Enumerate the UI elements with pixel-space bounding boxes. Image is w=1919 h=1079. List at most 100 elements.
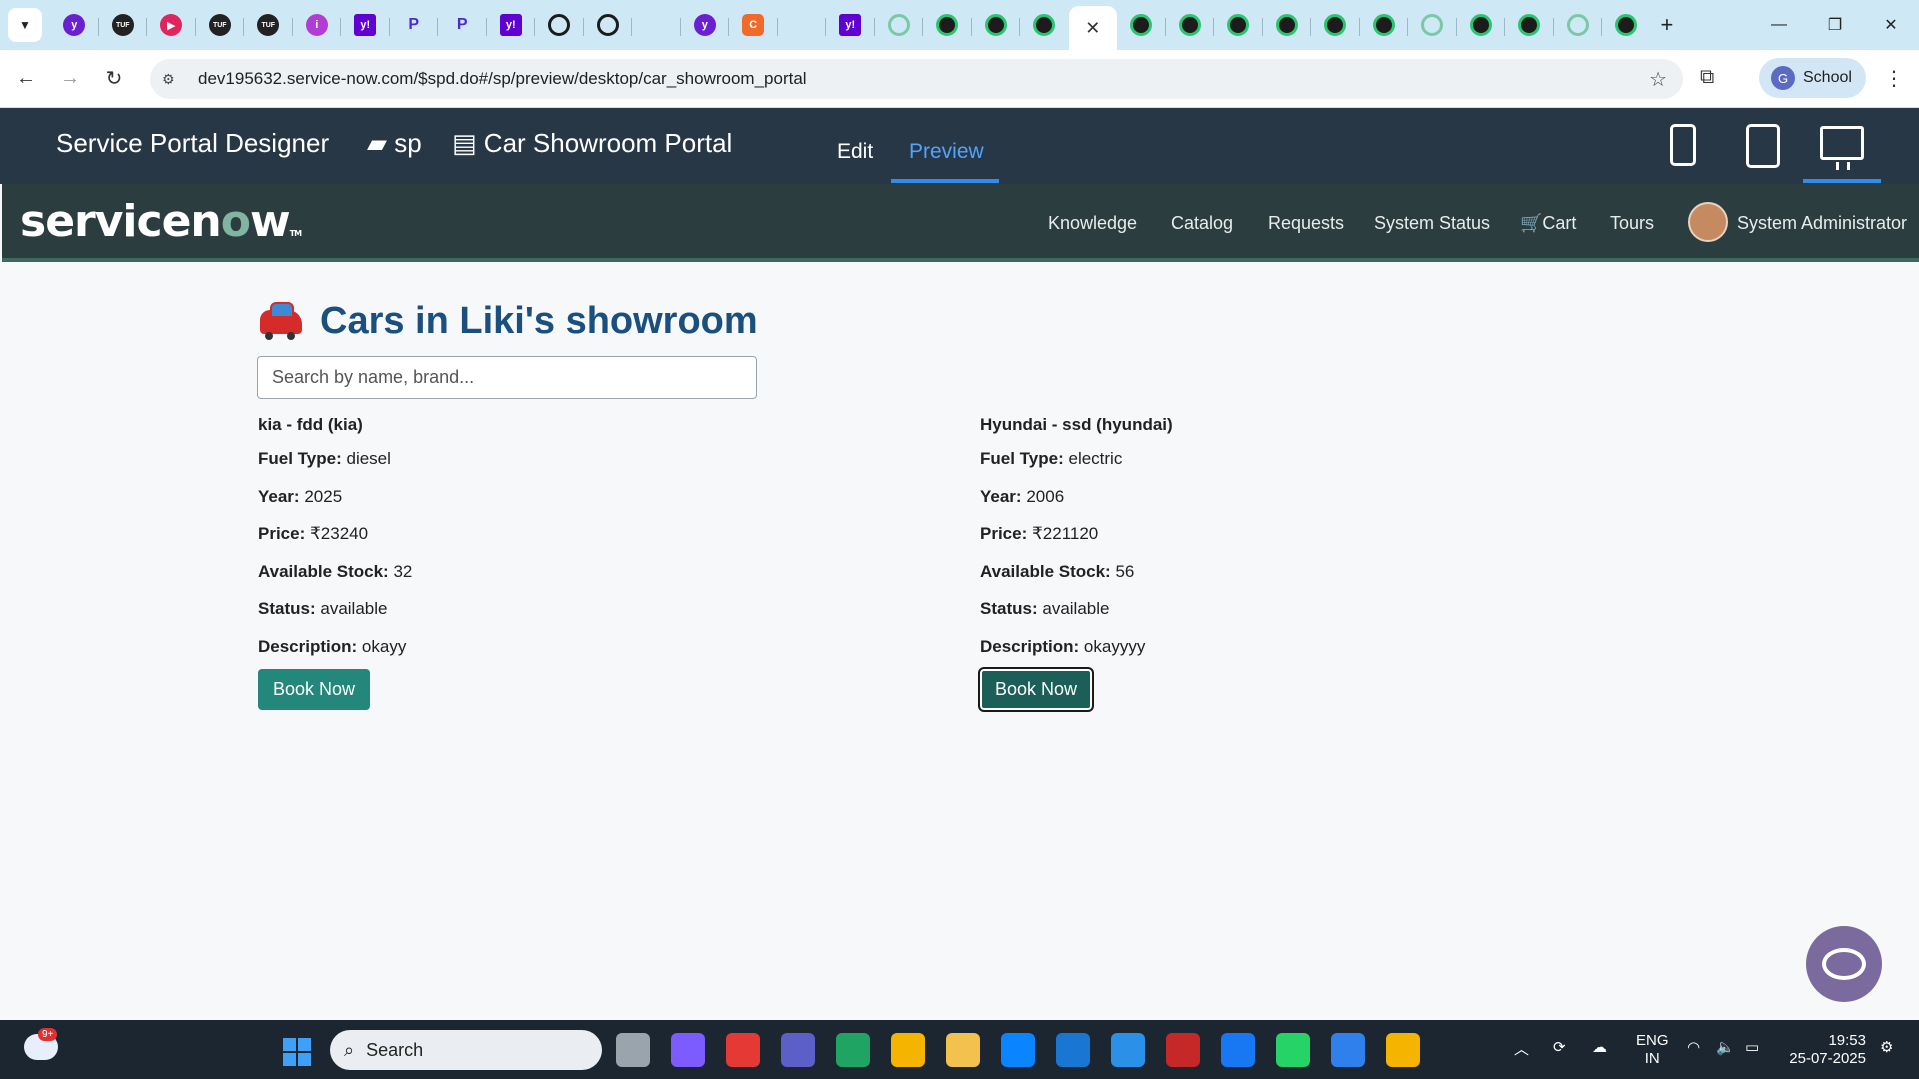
browser-tab[interactable]: TUF <box>196 5 245 45</box>
user-avatar[interactable] <box>1688 202 1728 242</box>
browser-tab[interactable]: C <box>729 5 778 45</box>
reload-icon[interactable]: ↻ <box>96 61 132 97</box>
browser-tab-active[interactable]: ✕ <box>1068 6 1117 50</box>
browser-tab[interactable] <box>1166 5 1215 45</box>
desktop-device-icon[interactable] <box>1820 126 1864 160</box>
browser-tab[interactable] <box>1505 5 1554 45</box>
tablet-device-icon[interactable] <box>1746 124 1780 168</box>
back-arrow-icon[interactable]: ← <box>8 61 44 97</box>
status-label: Status: <box>258 599 316 618</box>
nav-knowledge[interactable]: Knowledge <box>1048 213 1137 234</box>
browser-tab[interactable] <box>1457 5 1506 45</box>
clock[interactable]: 19:53 25-07-2025 <box>1786 1032 1866 1068</box>
browser-tab[interactable]: P <box>438 5 487 45</box>
designer-title: Service Portal Designer <box>56 128 330 158</box>
url-field[interactable]: ⚙ dev195632.service-now.com/$spd.do#/sp/… <box>150 59 1683 99</box>
vscode-icon[interactable] <box>1331 1033 1365 1067</box>
browser-tab[interactable] <box>1020 5 1069 45</box>
minimize-icon[interactable]: — <box>1751 0 1807 50</box>
browser-tab[interactable]: y! <box>826 5 875 45</box>
browser-menu-icon[interactable]: ⋮ <box>1884 66 1904 91</box>
window-close-icon[interactable]: ✕ <box>1863 0 1919 50</box>
edge-icon[interactable] <box>836 1033 870 1067</box>
browser-tab[interactable]: ▶ <box>147 5 196 45</box>
browser-tab[interactable]: y! <box>487 5 536 45</box>
chrome-icon[interactable] <box>891 1033 925 1067</box>
browser-tab[interactable]: y! <box>341 5 390 45</box>
onedrive-icon[interactable]: ☁ <box>1592 1038 1607 1056</box>
mcafee-icon[interactable] <box>1166 1033 1200 1067</box>
search-input[interactable] <box>257 356 757 399</box>
tab-search-chevron-icon[interactable]: ▼ <box>8 8 42 42</box>
document-icon: ▤ <box>452 128 484 158</box>
browser-tab[interactable]: y <box>681 5 730 45</box>
bookmark-star-icon[interactable]: ☆ <box>1649 67 1667 92</box>
tab-preview[interactable]: Preview <box>909 140 984 164</box>
nav-tours[interactable]: Tours <box>1610 213 1654 234</box>
site-settings-icon[interactable]: ⚙ <box>162 71 184 88</box>
logo-o: o <box>220 196 251 247</box>
chat-button[interactable] <box>1806 926 1882 1002</box>
forward-arrow-icon[interactable]: → <box>52 61 88 97</box>
language-code: ENG <box>1636 1032 1669 1049</box>
browser-tab[interactable]: TUF <box>244 5 293 45</box>
whatsapp-icon[interactable] <box>1276 1033 1310 1067</box>
close-icon[interactable]: ✕ <box>1085 18 1100 39</box>
youtube-app-icon[interactable] <box>726 1033 760 1067</box>
tray-chevron-icon[interactable]: ︿ <box>1514 1038 1529 1059</box>
browser-tab[interactable] <box>1311 5 1360 45</box>
browser-tab[interactable]: i <box>293 5 342 45</box>
browser-tab[interactable] <box>1263 5 1312 45</box>
facebook-icon[interactable] <box>1221 1033 1255 1067</box>
nav-requests[interactable]: Requests <box>1268 213 1344 234</box>
volume-icon[interactable]: 🔈 <box>1716 1038 1735 1056</box>
browser-tab[interactable] <box>1408 5 1457 45</box>
new-tab-plus-icon[interactable]: + <box>1661 12 1674 38</box>
browser-tab[interactable] <box>1554 5 1603 45</box>
language-indicator[interactable]: ENG IN <box>1636 1032 1669 1068</box>
servicenow-logo[interactable]: servicenowTM <box>20 196 302 247</box>
file-explorer-icon[interactable] <box>946 1033 980 1067</box>
breadcrumb-portal[interactable]: ▰ sp <box>367 128 422 159</box>
notifications-icon[interactable]: ⚙ <box>1880 1038 1893 1056</box>
nav-system-status[interactable]: System Status <box>1374 213 1490 234</box>
nav-catalog[interactable]: Catalog <box>1171 213 1233 234</box>
teams-icon[interactable] <box>781 1033 815 1067</box>
browser-tab[interactable] <box>632 5 681 45</box>
browser-tab[interactable] <box>1214 5 1263 45</box>
browser-tab[interactable] <box>1360 5 1409 45</box>
breadcrumb-page[interactable]: ▤ Car Showroom Portal <box>452 128 732 159</box>
nav-cart[interactable]: 🛒Cart <box>1520 213 1576 234</box>
book-now-button[interactable]: Book Now <box>978 667 1094 712</box>
browser-tab[interactable] <box>1602 5 1651 45</box>
wifi-icon[interactable]: ◠ <box>1687 1038 1700 1056</box>
browser-tab[interactable] <box>1117 5 1166 45</box>
tab-edit[interactable]: Edit <box>837 140 873 164</box>
task-view-icon[interactable] <box>616 1033 650 1067</box>
browser-tab[interactable] <box>584 5 633 45</box>
nav-user[interactable]: System Administrator <box>1737 213 1907 234</box>
hp-icon[interactable] <box>1056 1033 1090 1067</box>
browser-tab[interactable] <box>923 5 972 45</box>
browser-tab[interactable] <box>778 5 827 45</box>
help-icon[interactable] <box>1111 1033 1145 1067</box>
copilot-icon[interactable] <box>671 1033 705 1067</box>
taskbar-search[interactable]: ⌕ Search <box>330 1030 602 1070</box>
browser-tab[interactable]: P <box>390 5 439 45</box>
browser-tab[interactable] <box>972 5 1021 45</box>
chrome-profile-icon[interactable] <box>1386 1033 1420 1067</box>
url-text[interactable]: dev195632.service-now.com/$spd.do#/sp/pr… <box>198 69 807 89</box>
profile-button[interactable]: G School <box>1759 58 1866 98</box>
browser-tab[interactable]: TUF <box>99 5 148 45</box>
browser-tab[interactable] <box>535 5 584 45</box>
sync-icon[interactable]: ⟳ <box>1553 1038 1566 1056</box>
browser-tab[interactable] <box>875 5 924 45</box>
book-now-button[interactable]: Book Now <box>258 669 370 710</box>
battery-icon[interactable]: ▭ <box>1745 1038 1759 1056</box>
windows-start-icon[interactable] <box>283 1038 311 1066</box>
mobile-device-icon[interactable] <box>1670 124 1696 166</box>
extensions-icon[interactable]: ⧉ <box>1700 66 1714 89</box>
browser-tab[interactable]: y <box>50 5 99 45</box>
restore-icon[interactable]: ❐ <box>1807 0 1863 50</box>
store-icon[interactable] <box>1001 1033 1035 1067</box>
